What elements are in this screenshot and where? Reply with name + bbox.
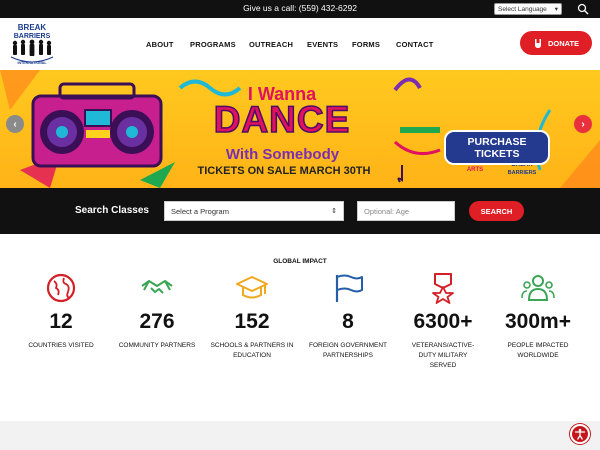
stat-label: PEOPLE IMPACTED WORLDWIDE bbox=[507, 342, 569, 359]
search-classes-label: Search Classes bbox=[75, 205, 149, 216]
stat-community: 276 COMMUNITY PARTNERS bbox=[107, 272, 207, 351]
age-input[interactable]: Optional: Age bbox=[357, 201, 455, 221]
purchase-tickets-button[interactable]: PURCHASE TICKETS bbox=[444, 130, 550, 165]
donate-button[interactable]: DONATE bbox=[520, 31, 592, 55]
next-slide-arrow-icon[interactable]: › bbox=[574, 115, 592, 133]
logo-line1: BREAK bbox=[18, 23, 47, 32]
search-button[interactable]: SEARCH bbox=[469, 201, 524, 221]
search-icon[interactable] bbox=[577, 3, 589, 15]
chevron-down-icon: ▾ bbox=[554, 6, 558, 13]
purchase-line2: TICKETS bbox=[474, 147, 520, 160]
stat-number: 152 bbox=[234, 310, 270, 333]
music-note-graphic bbox=[397, 165, 403, 183]
people-group-icon bbox=[521, 275, 555, 301]
banner-logo-line2: BARRIERS bbox=[508, 170, 537, 176]
hero-banner[interactable]: ARTS BREAK BARRIERS ‹ › I Wanna DANCE Wi… bbox=[0, 70, 600, 188]
program-select[interactable]: Select a Program ⇕ bbox=[164, 201, 344, 221]
program-select-value: Select a Program bbox=[171, 206, 229, 216]
handshake-icon bbox=[141, 280, 173, 294]
global-impact-title: GLOBAL IMPACT bbox=[273, 258, 327, 265]
svg-text:ARTS: ARTS bbox=[467, 167, 483, 173]
logo-line2: BARRIERS bbox=[14, 33, 51, 40]
stat-label: VETERANS/ACTIVE-DUTY MILITARY SERVED bbox=[411, 342, 475, 369]
rock-hand-icon bbox=[534, 38, 541, 48]
logo-line3: INTERNATIONAL bbox=[17, 61, 47, 65]
language-select[interactable]: Select Language ▾ bbox=[494, 3, 562, 15]
stat-number: 6300+ bbox=[413, 310, 473, 333]
military-medal-icon bbox=[432, 273, 454, 304]
stat-number: 276 bbox=[139, 310, 175, 333]
chevron-updown-icon: ⇕ bbox=[331, 208, 337, 215]
footer-strip bbox=[0, 421, 600, 450]
nav-forms[interactable]: FORMS bbox=[352, 40, 380, 49]
stat-number: 12 bbox=[49, 310, 73, 333]
site-header: BREAK BARRIERS INTERNATIONAL ABOUT PROGR… bbox=[0, 18, 600, 70]
donate-label: DONATE bbox=[547, 38, 580, 48]
stat-label: COUNTRIES VISITED bbox=[28, 342, 94, 349]
previous-slide-arrow-icon[interactable]: ‹ bbox=[6, 115, 24, 133]
nav-events[interactable]: EVENTS bbox=[307, 40, 338, 49]
stat-number: 300m+ bbox=[505, 310, 571, 333]
stat-veterans: 6300+ VETERANS/ACTIVE-DUTY MILITARY SERV… bbox=[393, 272, 493, 371]
accessibility-icon[interactable] bbox=[570, 424, 590, 444]
top-bar: Give us a call: (559) 432-6292 Select La… bbox=[0, 0, 600, 18]
stat-people: 300m+ PEOPLE IMPACTED WORLDWIDE bbox=[488, 272, 588, 361]
nav-outreach[interactable]: OUTREACH bbox=[249, 40, 293, 49]
graduation-cap-icon bbox=[236, 276, 268, 299]
stat-countries: 12 COUNTRIES VISITED bbox=[11, 272, 111, 351]
banner-line2: DANCE bbox=[213, 98, 351, 141]
break-barriers-logo[interactable]: BREAK BARRIERS INTERNATIONAL bbox=[6, 21, 58, 67]
banner-line3: With Somebody bbox=[225, 146, 340, 163]
globe-icon bbox=[46, 273, 76, 303]
nav-contact[interactable]: CONTACT bbox=[396, 40, 434, 49]
stat-label: COMMUNITY PARTNERS bbox=[118, 342, 196, 349]
flag-icon bbox=[335, 274, 363, 302]
nav-about[interactable]: ABOUT bbox=[146, 40, 174, 49]
purchase-line1: PURCHASE bbox=[467, 135, 527, 148]
search-classes-bar: Search Classes Select a Program ⇕ Optiona… bbox=[0, 188, 600, 234]
banner-line4: TICKETS ON SALE MARCH 30TH bbox=[197, 165, 371, 177]
stat-label: FOREIGN GOVERNMENT PARTNERSHIPS bbox=[308, 342, 387, 359]
stat-number: 8 bbox=[342, 310, 354, 333]
nav-programs[interactable]: PROGRAMS bbox=[190, 40, 236, 49]
age-input-placeholder: Optional: Age bbox=[364, 206, 410, 216]
stat-foreign-gov: 8 FOREIGN GOVERNMENT PARTNERSHIPS bbox=[298, 272, 398, 361]
language-select-value: Select Language bbox=[498, 5, 547, 13]
stat-label: SCHOOLS & PARTNERS IN EDUCATION bbox=[210, 342, 294, 359]
boombox-graphic bbox=[31, 82, 163, 168]
stat-schools: 152 SCHOOLS & PARTNERS IN EDUCATION bbox=[202, 272, 302, 361]
